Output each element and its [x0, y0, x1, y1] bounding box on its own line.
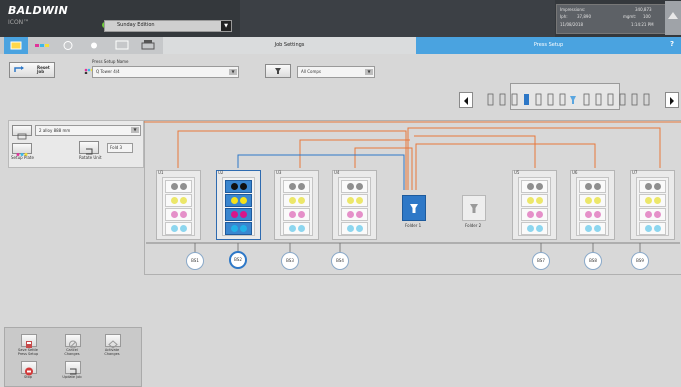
unit-grid — [162, 177, 195, 236]
unit-label: U1 — [158, 170, 164, 175]
ink-slot-yellow[interactable] — [341, 194, 368, 207]
ink-slot-cyan[interactable] — [521, 222, 548, 235]
unit-label: U2 — [218, 170, 224, 175]
unit-grid — [280, 177, 313, 236]
ink-slot-cyan[interactable] — [165, 222, 192, 235]
ink-slot-black[interactable] — [225, 180, 252, 193]
node-bs2[interactable]: BS2 — [229, 251, 247, 269]
ink-slot-black[interactable] — [283, 180, 310, 193]
folder-2-button[interactable] — [462, 195, 486, 221]
ink-slot-yellow[interactable] — [639, 194, 666, 207]
ink-slot-yellow[interactable] — [521, 194, 548, 207]
node-bs3[interactable]: BS3 — [281, 252, 299, 270]
cancel-changes-button[interactable] — [65, 334, 81, 349]
unit-grid — [222, 177, 255, 236]
save-settle-label: Save Settle Press Setup — [17, 348, 39, 356]
ink-slot-yellow[interactable] — [225, 194, 252, 207]
node-bs4[interactable]: BS4 — [331, 252, 349, 270]
ink-slot-magenta[interactable] — [639, 208, 666, 221]
unit-grid — [636, 177, 669, 236]
folder-icon — [410, 204, 418, 213]
activate-changes-button[interactable] — [105, 334, 121, 349]
ink-slot-magenta[interactable] — [165, 208, 192, 221]
ink-slot-yellow[interactable] — [579, 194, 606, 207]
print-unit[interactable]: U4 — [332, 170, 377, 240]
ink-slot-black[interactable] — [341, 180, 368, 193]
unit-grid — [338, 177, 371, 236]
ink-slot-cyan[interactable] — [225, 222, 252, 235]
ink-slot-magenta[interactable] — [283, 208, 310, 221]
ink-slot-magenta[interactable] — [521, 208, 548, 221]
node-bs7[interactable]: BS7 — [532, 252, 550, 270]
ink-slot-magenta[interactable] — [341, 208, 368, 221]
activate-changes-label: Activate Changes — [104, 348, 120, 356]
unit-label: U4 — [334, 170, 340, 175]
folder-1-button[interactable] — [402, 195, 426, 221]
node-bs9[interactable]: BS9 — [631, 252, 649, 270]
ink-slot-yellow[interactable] — [165, 194, 192, 207]
unit-label: U6 — [572, 170, 578, 175]
print-unit[interactable]: U7 — [630, 170, 675, 240]
actions-panel: Save Settle Press Setup Cancel Changes A… — [4, 327, 142, 387]
ink-slot-cyan[interactable] — [341, 222, 368, 235]
ink-slot-cyan[interactable] — [639, 222, 666, 235]
folder-2-label: Folder 2 — [465, 223, 482, 228]
unit-label: U3 — [276, 170, 282, 175]
unit-grid — [576, 177, 609, 236]
ink-slot-black[interactable] — [521, 180, 548, 193]
stop-button[interactable] — [21, 361, 37, 376]
ink-slot-black[interactable] — [579, 180, 606, 193]
node-bs8[interactable]: BS8 — [584, 252, 602, 270]
folder-icon — [470, 204, 478, 213]
ink-slot-cyan[interactable] — [283, 222, 310, 235]
unit-label: U5 — [514, 170, 520, 175]
node-bs1[interactable]: BS1 — [186, 252, 204, 270]
save-settle-button[interactable] — [21, 334, 37, 348]
ink-slot-black[interactable] — [165, 180, 192, 193]
ink-slot-cyan[interactable] — [579, 222, 606, 235]
update-job-button[interactable] — [65, 361, 81, 375]
ink-slot-magenta[interactable] — [225, 208, 252, 221]
print-unit[interactable]: U5 — [512, 170, 557, 240]
folder-1-label: Folder 1 — [405, 223, 422, 228]
ink-slot-yellow[interactable] — [283, 194, 310, 207]
unit-grid — [518, 177, 551, 236]
print-unit[interactable]: U3 — [274, 170, 319, 240]
unit-label: U7 — [632, 170, 638, 175]
ink-slot-magenta[interactable] — [579, 208, 606, 221]
ink-slot-black[interactable] — [639, 180, 666, 193]
print-unit-selected[interactable]: U2 — [216, 170, 261, 240]
stop-label: Stop — [24, 375, 32, 379]
print-unit[interactable]: U6 — [570, 170, 615, 240]
print-unit[interactable]: U1 — [156, 170, 201, 240]
update-job-label: Update Job — [62, 375, 82, 379]
cancel-changes-label: Cancel Changes — [64, 348, 80, 356]
